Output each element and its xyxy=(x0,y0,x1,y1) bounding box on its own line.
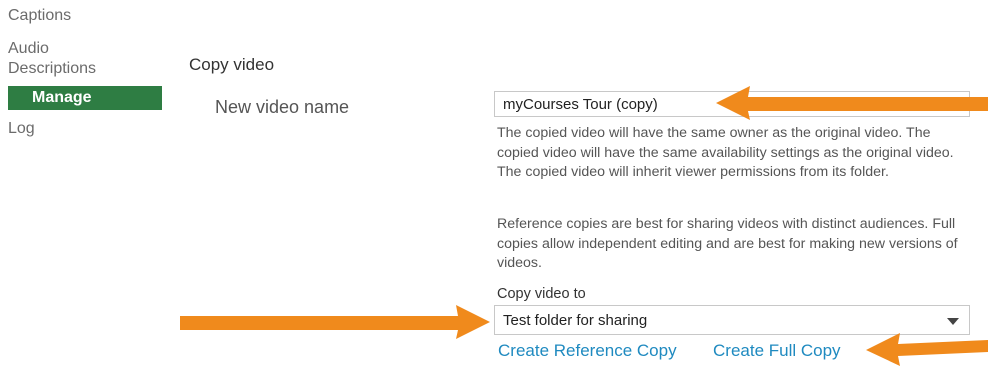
create-reference-copy-link[interactable]: Create Reference Copy xyxy=(498,341,677,361)
copy-video-to-value: Test folder for sharing xyxy=(503,312,648,329)
sidebar-item-manage[interactable]: Manage xyxy=(8,86,162,110)
section-title: Copy video xyxy=(189,55,275,74)
sidebar-item-descriptions[interactable]: Descriptions xyxy=(8,59,162,79)
copy-help-text-1: The copied video will have the same owne… xyxy=(497,125,954,180)
chevron-down-icon xyxy=(947,318,959,325)
new-video-name-input[interactable] xyxy=(494,91,970,117)
sidebar: Captions Audio Descriptions Manage Log xyxy=(0,0,164,366)
copy-video-to-label: Copy video to xyxy=(497,286,586,302)
copy-help-text-2: Reference copies are best for sharing vi… xyxy=(497,216,958,271)
sidebar-item-log[interactable]: Log xyxy=(8,119,162,139)
arrow-icon xyxy=(866,333,988,366)
new-video-name-label: New video name xyxy=(215,97,350,117)
sidebar-item-audio[interactable]: Audio xyxy=(8,39,162,59)
create-full-copy-link[interactable]: Create Full Copy xyxy=(713,341,841,361)
copy-video-to-select[interactable]: Test folder for sharing xyxy=(494,305,970,335)
arrow-icon xyxy=(180,305,490,339)
sidebar-item-captions[interactable]: Captions xyxy=(8,6,162,26)
